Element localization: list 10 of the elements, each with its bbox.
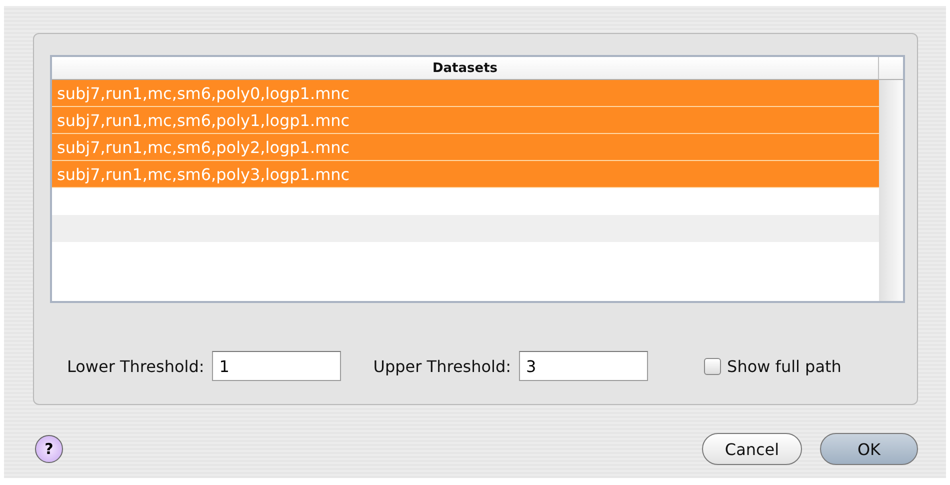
cancel-button[interactable]: Cancel <box>702 433 802 465</box>
threshold-field[interactable]: 3 <box>519 351 648 381</box>
ok-button[interactable]: OK <box>820 433 918 465</box>
help-button[interactable]: ? <box>35 435 63 463</box>
column-header[interactable]: Datasets <box>52 57 879 79</box>
threshold-field[interactable]: 1 <box>212 351 342 381</box>
field-label: Lower Threshold: <box>67 356 204 376</box>
field-label: Upper Threshold: <box>373 356 512 376</box>
checkbox[interactable] <box>704 358 722 374</box>
checkbox-label: Show full path <box>727 356 842 376</box>
